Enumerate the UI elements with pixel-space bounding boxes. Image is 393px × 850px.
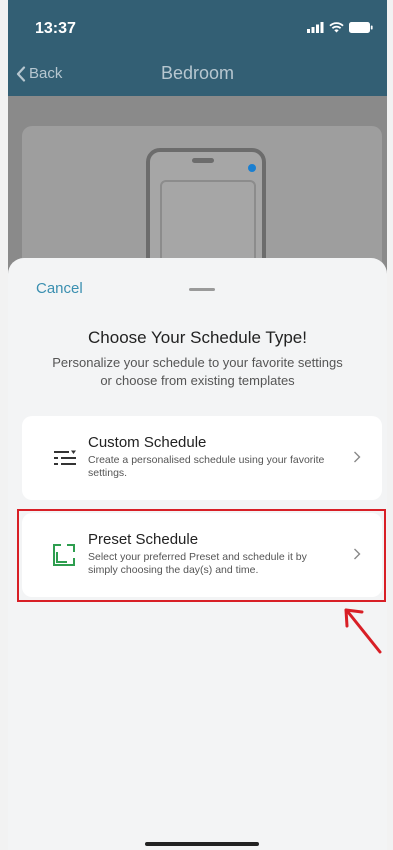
notification-dot	[248, 164, 256, 172]
signal-icon	[307, 22, 324, 33]
option-title: Custom Schedule	[88, 434, 207, 451]
sheet-title: Choose Your Schedule Type!	[88, 328, 307, 347]
battery-icon	[349, 22, 373, 33]
sheet-subtitle: Personalize your schedule to your favori…	[52, 355, 343, 388]
home-indicator[interactable]	[145, 842, 259, 846]
chevron-right-icon	[354, 451, 361, 463]
status-icons	[307, 22, 373, 33]
page-title: Bedroom	[160, 63, 235, 83]
highlight-box	[17, 509, 386, 602]
custom-list-icon	[54, 450, 76, 465]
option-description: Create a personalised schedule using you…	[88, 454, 325, 479]
sheet-handle[interactable]	[189, 288, 215, 291]
nav-bar: Back Bedroom	[8, 52, 387, 96]
status-time: 13:37	[35, 20, 76, 37]
custom-schedule-option[interactable]: Custom Schedule Create a personalised sc…	[22, 416, 382, 500]
cancel-button[interactable]: Cancel	[36, 280, 83, 297]
annotation-arrow-icon	[344, 608, 382, 654]
phone-notch	[192, 158, 214, 163]
phone-screen-card	[160, 180, 256, 264]
wifi-icon	[329, 22, 344, 33]
status-bar: 13:37	[8, 0, 387, 52]
app-frame: 13:37 Back Bedroom Cancel Choose Your Sc…	[8, 0, 387, 850]
